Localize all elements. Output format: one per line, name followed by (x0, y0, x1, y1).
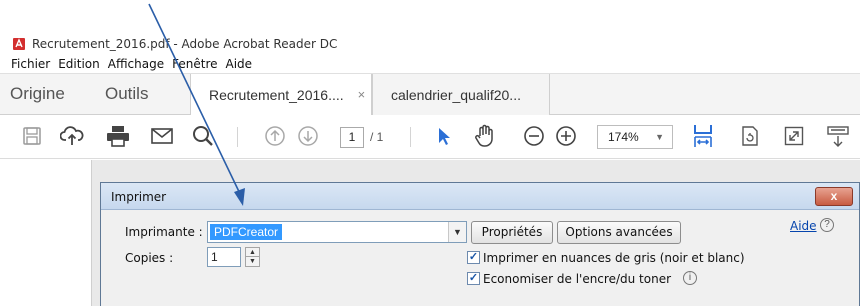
annotation-arrow-icon (148, 3, 245, 206)
